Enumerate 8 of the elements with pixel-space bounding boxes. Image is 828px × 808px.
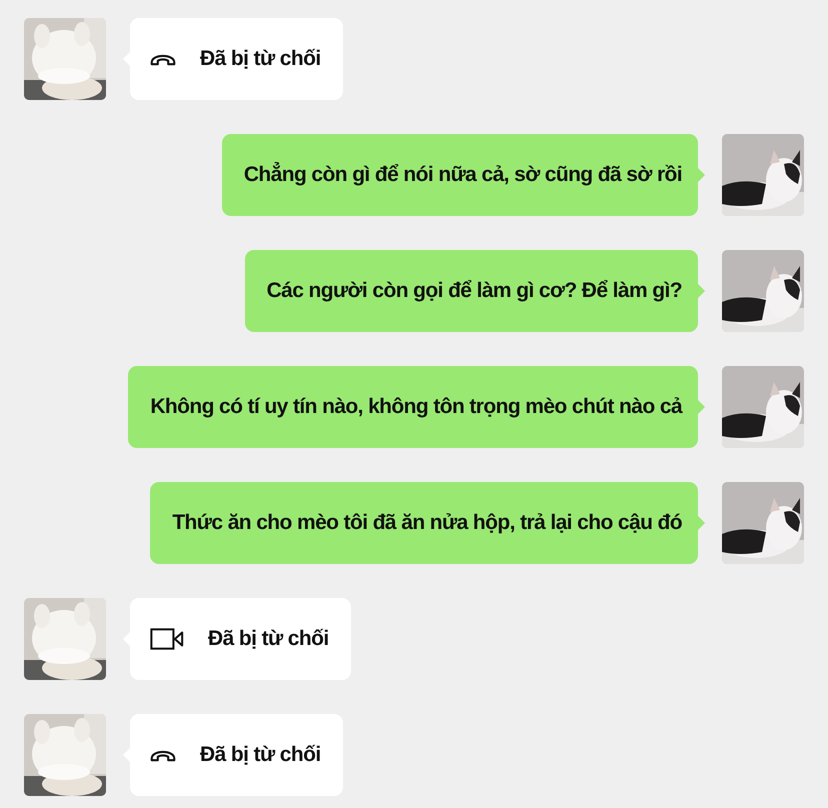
- call-status: Đã bị từ chối: [208, 627, 329, 651]
- video-camera-icon: [150, 627, 184, 651]
- message-text: Không có tí uy tín nào, không tôn trọng mèo chút nào cả: [150, 395, 682, 419]
- message-text: Thức ăn cho mèo tôi đã ăn nửa hộp, trả lại cho cậu đó: [172, 511, 682, 535]
- message-text: Các người còn gọi để làm gì cơ? Để làm gì?: [266, 279, 682, 303]
- call-status: Đã bị từ chối: [200, 743, 321, 767]
- call-status: Đã bị từ chối: [200, 47, 321, 71]
- message-text: Chẳng còn gì để nói nữa cả, sờ cũng đã sờ rồi: [244, 163, 682, 187]
